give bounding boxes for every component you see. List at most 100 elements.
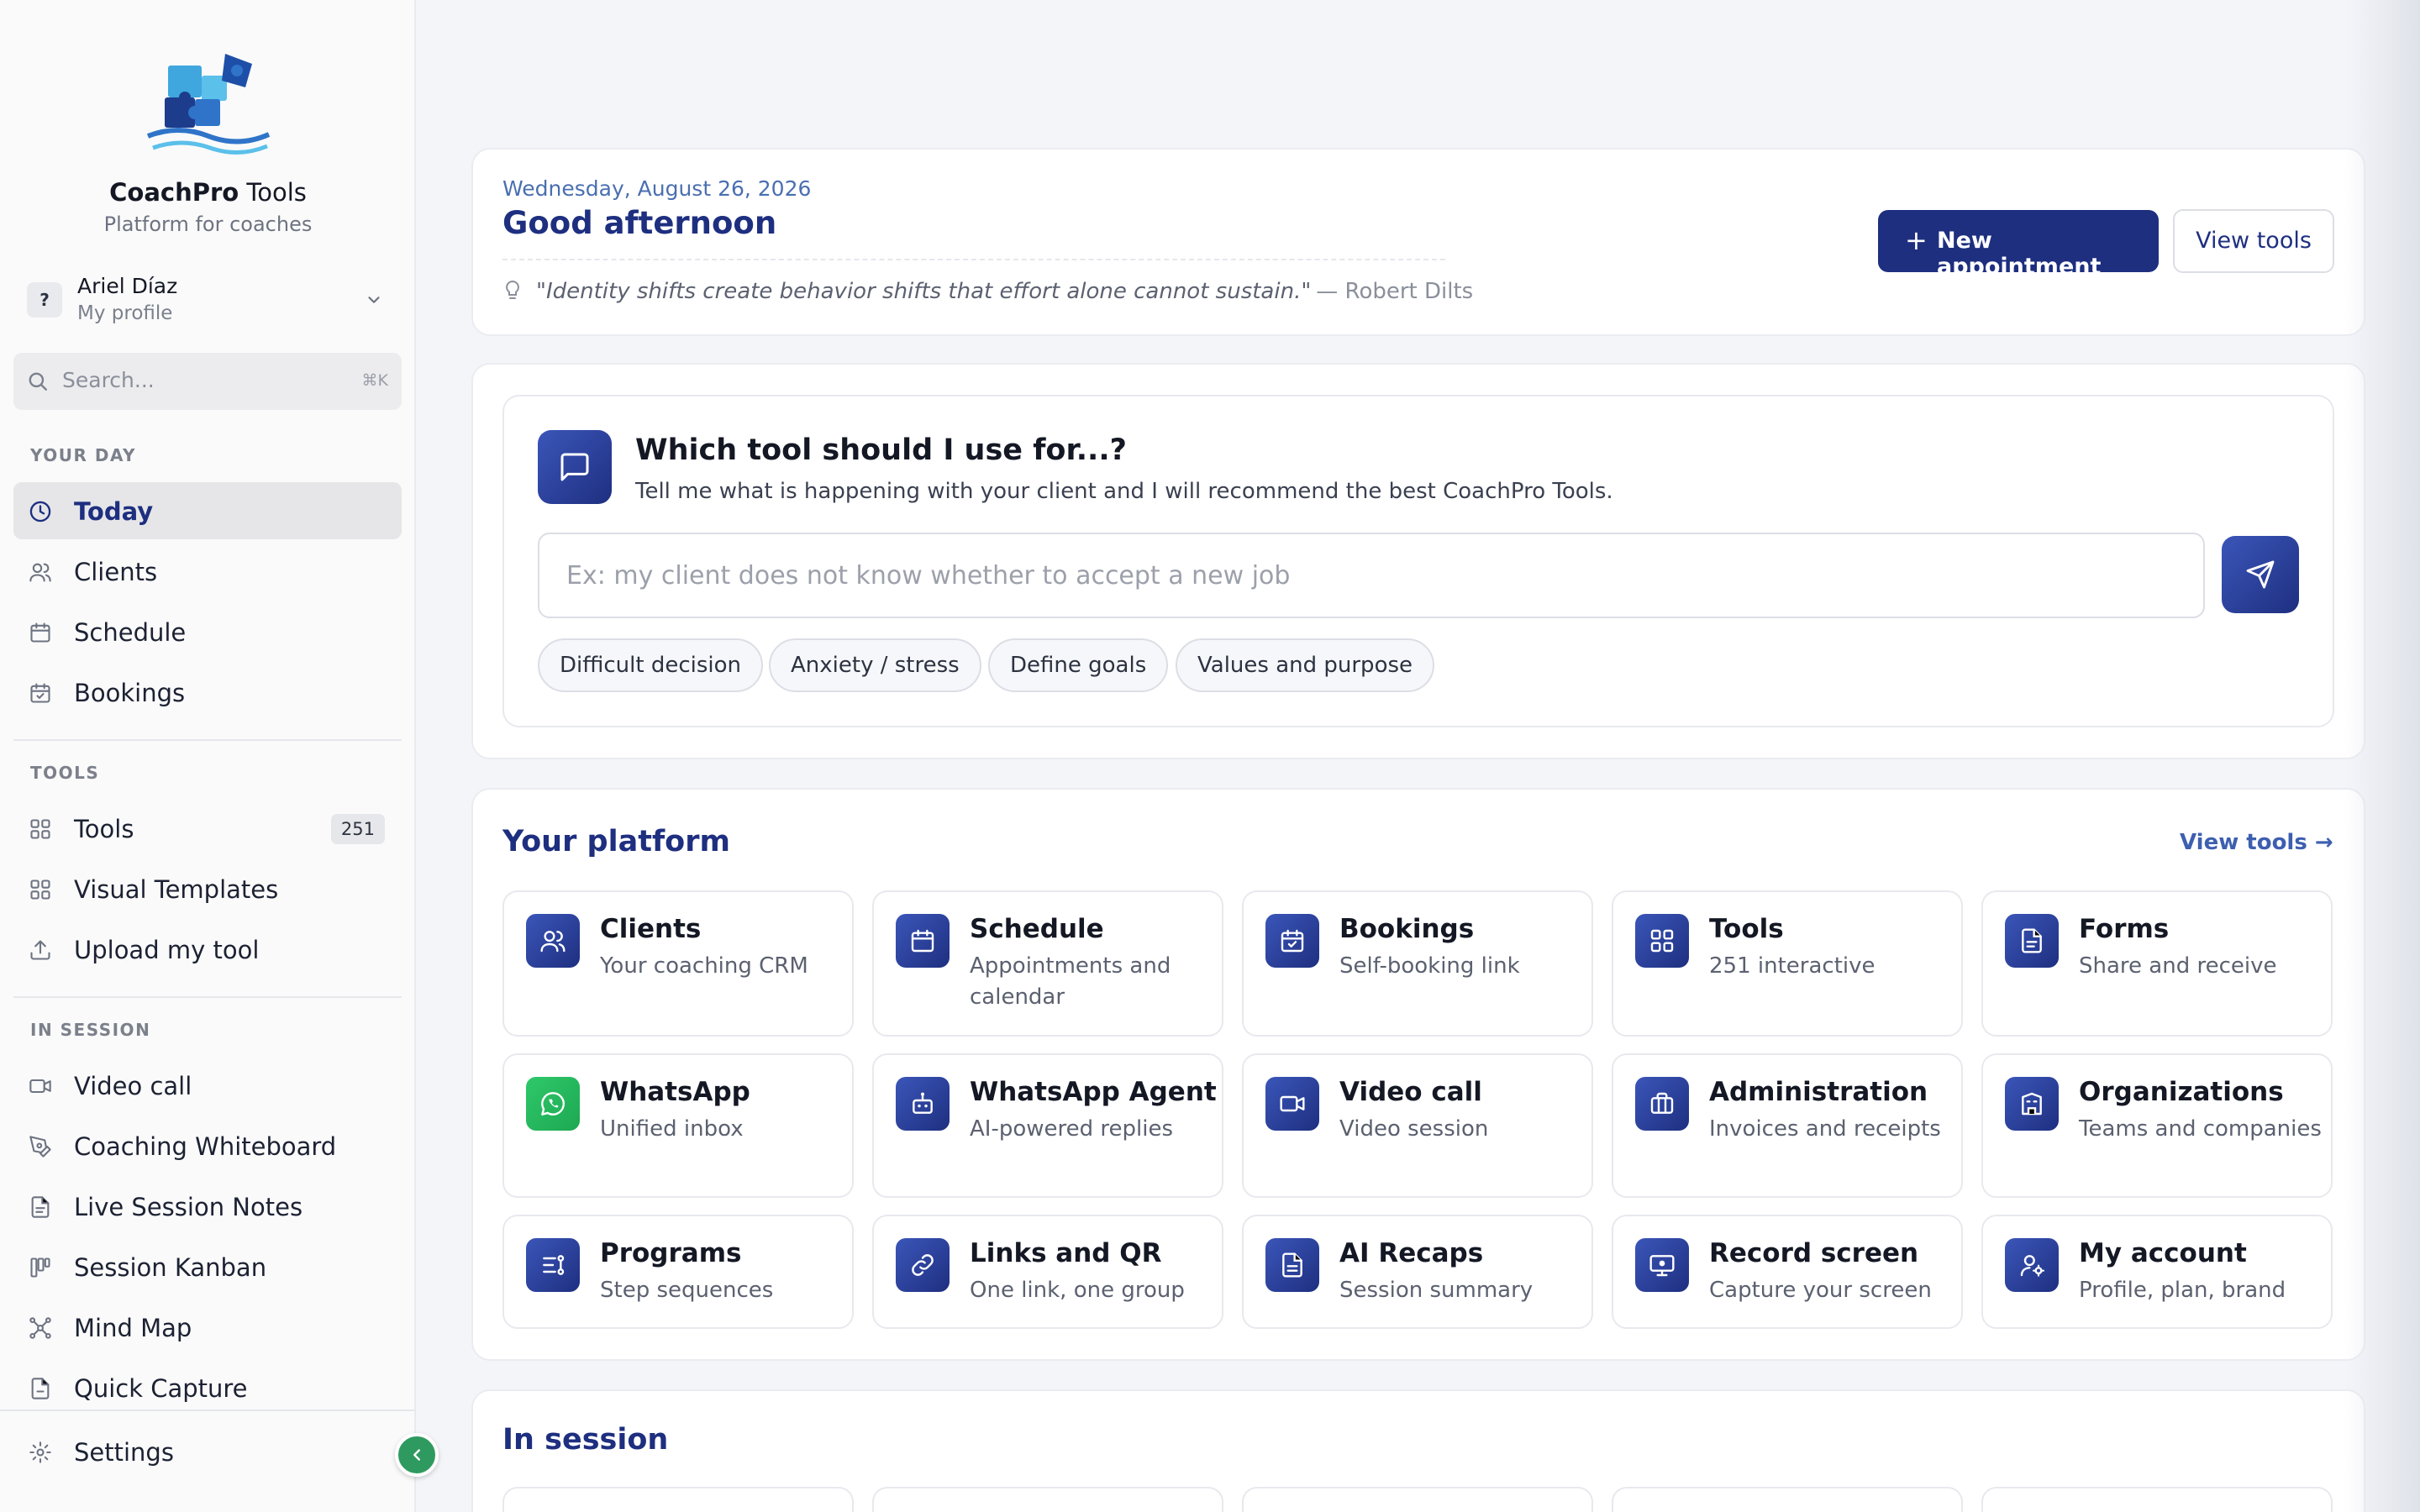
bot-icon [913, 1092, 933, 1114]
chip-difficult-decision[interactable]: Difficult decision [538, 638, 764, 692]
sidebar-item-today[interactable]: Today [13, 482, 402, 539]
tile-tools[interactable]: Tools 251 interactive [1612, 890, 1963, 1037]
file-text-icon [31, 1196, 50, 1218]
tile-title: Record screen [1709, 1238, 1919, 1268]
in-session-tile[interactable] [1981, 1487, 2333, 1512]
tile-icon-box [2005, 914, 2059, 968]
tile-my-account[interactable]: My account Profile, plan, brand [1981, 1215, 2333, 1329]
sidebar-item-label: Video call [74, 1072, 192, 1100]
new-appointment-button[interactable]: + New appointment [1878, 210, 2159, 280]
tile-title: Tools [1709, 914, 1784, 944]
tile-organizations[interactable]: Organizations Teams and companies [1981, 1053, 2333, 1198]
plus-icon: + [1905, 224, 1928, 256]
sidebar-item-bookings[interactable]: Bookings [13, 664, 402, 721]
sidebar-divider [13, 739, 402, 741]
sidebar-item-label: Tools [74, 815, 134, 843]
sidebar-item-tools[interactable]: Tools 251 [13, 800, 402, 857]
tile-icon-box [2005, 1238, 2059, 1292]
tile-bookings[interactable]: Bookings Self-booking link [1242, 890, 1593, 1037]
sidebar-item-clients[interactable]: Clients [13, 543, 402, 600]
brand-tagline: Platform for coaches [103, 213, 313, 236]
tile-subtitle: Teams and companies [2079, 1116, 2322, 1142]
in-session-tile[interactable] [872, 1487, 1223, 1512]
calendar-check-icon [1281, 929, 1304, 953]
message-square-icon [560, 453, 589, 481]
sidebar-item-label: Mind Map [74, 1314, 192, 1342]
sidebar-item-video-call[interactable]: Video call [13, 1057, 402, 1114]
tile-record-screen[interactable]: Record screen Capture your screen [1612, 1215, 1963, 1329]
sidebar-item-quick-capture[interactable]: Quick Capture [13, 1359, 402, 1416]
tile-video-call[interactable]: Video call Video session [1242, 1053, 1593, 1198]
tile-icon-box [526, 914, 580, 968]
search-shortcut: ⌘K [361, 371, 388, 390]
in-session-tile[interactable] [502, 1487, 854, 1512]
profile-switcher[interactable]: ? Ariel Díaz My profile [24, 274, 393, 329]
chevron-down-icon [368, 297, 380, 303]
chip-anxiety-stress[interactable]: Anxiety / stress [769, 638, 981, 692]
tile-title: Links and QR [970, 1238, 1162, 1268]
send-button[interactable] [2222, 536, 2299, 613]
sidebar-item-coaching-whiteboard[interactable]: Coaching Whiteboard [13, 1117, 402, 1174]
tile-whatsapp[interactable]: WhatsApp Unified inbox [502, 1053, 854, 1198]
file-icon [31, 1378, 50, 1399]
sidebar-item-label: Settings [74, 1438, 174, 1467]
view-tools-button[interactable]: View tools [2173, 209, 2334, 273]
network-icon [29, 1317, 51, 1339]
sidebar-item-visual-templates[interactable]: Visual Templates [13, 860, 402, 917]
search-input[interactable]: Search... ⌘K [13, 353, 402, 410]
tile-subtitle: Video session [1339, 1116, 1489, 1142]
profile-name: Ariel Díaz [77, 274, 178, 298]
chip-values-and-purpose[interactable]: Values and purpose [1176, 638, 1435, 692]
sidebar-item-settings[interactable]: Settings [13, 1423, 402, 1480]
tile-subtitle: Share and receive [2079, 953, 2277, 979]
tile-title: My account [2079, 1238, 2247, 1268]
tile-icon-box [1635, 1077, 1689, 1131]
users-icon [29, 563, 51, 582]
tile-schedule[interactable]: Schedule Appointments and calendar [872, 890, 1223, 1037]
monitor-record-icon [1649, 1255, 1675, 1277]
view-tools-link[interactable]: View tools → [2180, 830, 2333, 855]
sidebar-divider [13, 996, 402, 998]
tile-title: AI Recaps [1339, 1238, 1484, 1268]
tile-administration[interactable]: Administration Invoices and receipts [1612, 1053, 1963, 1198]
collapse-sidebar-button[interactable] [395, 1433, 439, 1477]
sidebar-item-label: Clients [74, 558, 158, 586]
chat-icon-tile [538, 430, 612, 504]
calendar-check-icon [30, 683, 50, 703]
in-session-tile[interactable] [1612, 1487, 1963, 1512]
tile-links-and-qr[interactable]: Links and QR One link, one group [872, 1215, 1223, 1329]
tile-clients[interactable]: Clients Your coaching CRM [502, 890, 854, 1037]
sidebar-item-label: Coaching Whiteboard [74, 1132, 337, 1161]
sidebar-item-label: Live Session Notes [74, 1193, 303, 1221]
quote-text: "Identity shifts create behavior shifts … [536, 279, 1312, 304]
profile-subtitle: My profile [77, 302, 173, 324]
recommender-input[interactable]: Ex: my client does not know whether to a… [538, 533, 2205, 618]
sidebar-item-session-kanban[interactable]: Session Kanban [13, 1238, 402, 1295]
sidebar-item-live-session-notes[interactable]: Live Session Notes [13, 1178, 402, 1235]
tile-programs[interactable]: Programs Step sequences [502, 1215, 854, 1329]
tile-whatsapp-agent[interactable]: WhatsApp Agent AI-powered replies [872, 1053, 1223, 1198]
send-icon [2246, 560, 2275, 589]
user-cog-icon [2020, 1255, 2045, 1277]
tile-icon-box [1635, 1238, 1689, 1292]
tile-subtitle: 251 interactive [1709, 953, 1876, 979]
document-icon [1282, 1252, 1302, 1278]
sidebar-item-schedule[interactable]: Schedule [13, 603, 402, 660]
tile-icon-box [896, 914, 950, 968]
lightbulb-icon [506, 280, 519, 299]
tile-title: WhatsApp Agent [970, 1077, 1217, 1107]
calendar-icon [911, 929, 934, 953]
grid-icon [30, 819, 50, 839]
tile-icon-box [1265, 1238, 1319, 1292]
sidebar-item-label: Today [74, 497, 154, 526]
tile-ai-recaps[interactable]: AI Recaps Session summary [1242, 1215, 1593, 1329]
daily-quote: "Identity shifts create behavior shifts … [502, 279, 1473, 304]
chip-define-goals[interactable]: Define goals [988, 638, 1169, 692]
tile-icon-box [1265, 1077, 1319, 1131]
sidebar-item-mind-map[interactable]: Mind Map [13, 1299, 402, 1356]
section-title-in-session: IN SESSION [30, 1020, 151, 1040]
sidebar-item-upload-my-tool[interactable]: Upload my tool [13, 921, 402, 978]
tile-forms[interactable]: Forms Share and receive [1981, 890, 2333, 1037]
sidebar-item-label: Bookings [74, 679, 186, 707]
in-session-tile[interactable] [1242, 1487, 1593, 1512]
